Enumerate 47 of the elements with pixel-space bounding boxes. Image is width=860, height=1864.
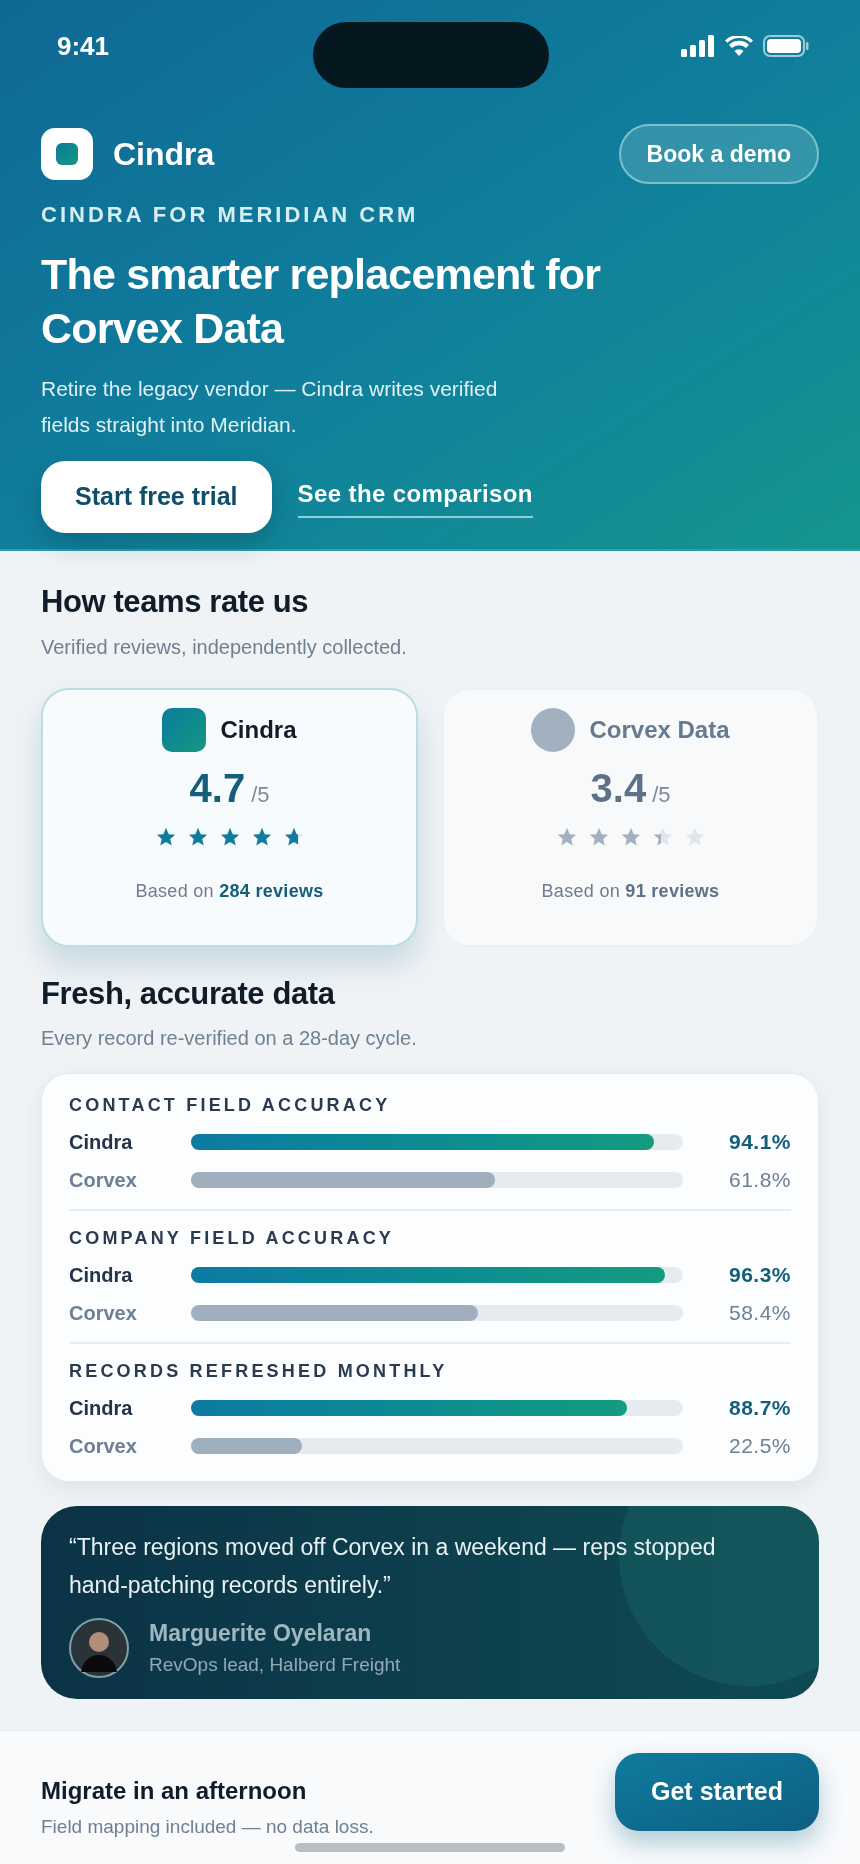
wifi-icon xyxy=(725,36,753,56)
brand-logo-icon xyxy=(162,707,207,752)
review-count: Based on 284 reviews xyxy=(135,879,324,903)
vendor-label: Corvex xyxy=(69,1168,138,1193)
percentage: 94.1% xyxy=(727,1129,791,1156)
percentage: 61.8% xyxy=(727,1167,791,1194)
cta-subtitle: Field mapping included — no data loss. xyxy=(41,1815,374,1839)
cta-title: Migrate in an afternoon xyxy=(41,1776,308,1806)
percentage: 88.7% xyxy=(727,1395,791,1422)
comparison-link[interactable]: See the comparison xyxy=(297,476,533,518)
vendor-label: Cindra xyxy=(69,1396,134,1421)
start-trial-button[interactable]: Start free trial xyxy=(41,461,272,533)
author-role: RevOps lead, Halberd Freight xyxy=(149,1652,401,1677)
section-subtitle: Every record re-verified on a 28-day cycle. xyxy=(41,1026,418,1051)
brand-name: Cindra xyxy=(220,714,297,745)
status-time: 9:41 xyxy=(57,29,110,63)
brand-name: Cindra xyxy=(113,135,215,174)
rating-score: 3.4 xyxy=(590,764,647,812)
percentage: 58.4% xyxy=(727,1300,791,1327)
review-count: Based on 91 reviews xyxy=(541,879,720,903)
rating-scale: /5 xyxy=(652,780,671,809)
section-title: How teams rate us xyxy=(41,583,310,621)
percentage: 22.5% xyxy=(727,1433,791,1460)
battery-icon xyxy=(763,35,809,57)
get-started-button[interactable]: Get started xyxy=(615,1753,819,1831)
metric-label: COMPANY FIELD ACCURACY xyxy=(69,1227,396,1250)
testimonial-quote: “Three regions moved off Corvex in a weekend — reps stopped hand-patching records entirely.” xyxy=(69,1533,717,1600)
brand-name: Corvex Data xyxy=(589,714,730,745)
hero-subtitle: Retire the legacy vendor — Cindra writes verified fields straight into Meridian. xyxy=(41,376,499,438)
vendor-label: Corvex xyxy=(69,1434,138,1459)
brand-logo-icon xyxy=(41,128,93,180)
section-title: Fresh, accurate data xyxy=(41,974,337,1013)
vendor-label: Cindra xyxy=(69,1263,134,1288)
vendor-label: Cindra xyxy=(69,1130,134,1155)
signal-icon xyxy=(681,35,715,57)
eyebrow-label: CINDRA FOR MERIDIAN CRM xyxy=(41,201,420,229)
metric-label: CONTACT FIELD ACCURACY xyxy=(69,1094,392,1117)
avatar-icon xyxy=(69,1617,129,1678)
hero-title: The smarter replacement for Corvex Data xyxy=(41,249,601,354)
section-subtitle: Verified reviews, independently collected. xyxy=(41,634,408,660)
percentage: 96.3% xyxy=(727,1262,791,1289)
metric-label: RECORDS REFRESHED MONTHLY xyxy=(69,1360,449,1383)
rating-scale: /5 xyxy=(251,780,270,809)
book-demo-button[interactable]: Book a demo xyxy=(618,124,819,184)
author-name: Marguerite Oyelaran xyxy=(149,1619,373,1648)
rating-score: 4.7 xyxy=(189,764,246,812)
vendor-label: Corvex xyxy=(69,1301,138,1326)
